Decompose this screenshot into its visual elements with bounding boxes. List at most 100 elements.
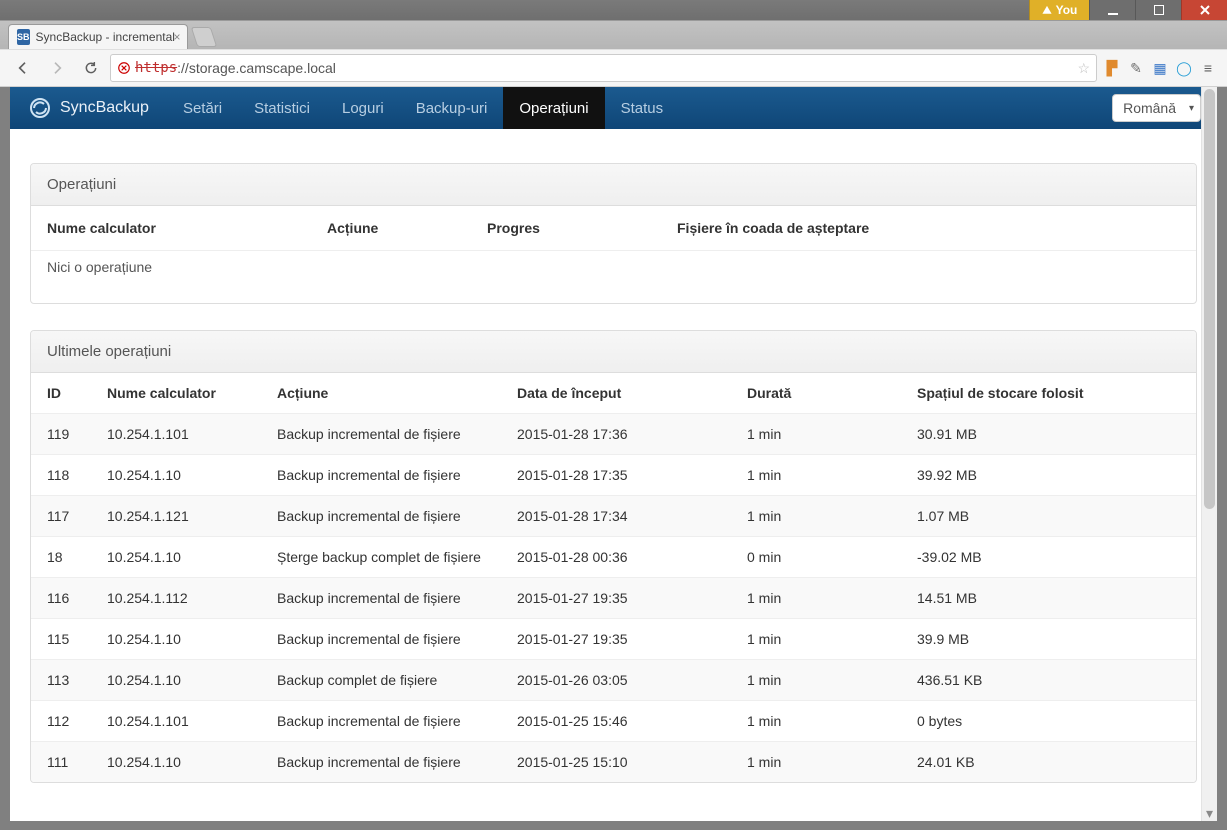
bookmark-star-icon[interactable]: ☆ [1077,60,1090,77]
cell-storage: 14.51 MB [917,590,1180,606]
window-close-button[interactable] [1181,0,1227,20]
browser-tab-strip: SB SyncBackup - incremental × [0,20,1227,49]
table-row[interactable]: 11810.254.1.10Backup incremental de fiși… [31,454,1196,495]
col-duration: Durată [747,385,917,401]
cell-storage: 39.9 MB [917,631,1180,647]
operations-empty-text: Nici o operațiune [47,259,327,275]
cell-id: 112 [47,713,107,729]
app-nav-items: SetăriStatisticiLoguriBackup-uriOperațiu… [167,87,679,129]
cell-storage: 0 bytes [917,713,1180,729]
col-computer: Nume calculator [47,220,327,236]
cell-start: 2015-01-27 19:35 [517,631,747,647]
cell-id: 113 [47,672,107,688]
extension-icon[interactable]: ◯ [1173,57,1195,79]
close-icon [1200,5,1210,15]
cell-computer: 10.254.1.112 [107,590,277,606]
cell-computer: 10.254.1.10 [107,672,277,688]
table-row[interactable]: 11910.254.1.101Backup incremental de fiș… [31,413,1196,454]
chrome-menu-button[interactable]: ≡ [1197,57,1219,79]
language-select[interactable]: Română [1112,94,1201,122]
cell-computer: 10.254.1.101 [107,426,277,442]
cell-action: Backup incremental de fișiere [277,713,517,729]
cell-duration: 1 min [747,713,917,729]
operations-panel-title: Operațiuni [31,164,1196,206]
language-select-value: Română [1123,100,1176,116]
cell-id: 117 [47,508,107,524]
new-tab-button[interactable] [191,27,217,47]
col-id: ID [47,385,107,401]
cell-computer: 10.254.1.121 [107,508,277,524]
extension-icon[interactable]: ✎ [1125,57,1147,79]
cell-id: 118 [47,467,107,483]
browser-tab-title: SyncBackup - incremental [36,30,175,44]
col-storage: Spațiul de stocare folosit [917,385,1180,401]
forward-button[interactable] [42,54,72,82]
tab-close-button[interactable]: × [171,31,183,43]
vertical-scrollbar[interactable]: ▴ ▾ [1201,87,1217,821]
table-row[interactable]: 11210.254.1.101Backup incremental de fiș… [31,700,1196,741]
cell-duration: 1 min [747,631,917,647]
chrome-user-badge[interactable]: You [1029,0,1089,20]
cell-action: Backup complet de fișiere [277,672,517,688]
nav-item-loguri[interactable]: Loguri [326,87,400,129]
cell-id: 18 [47,549,107,565]
history-panel: Ultimele operațiuni ID Nume calculator A… [30,330,1197,783]
nav-item-statistici[interactable]: Statistici [238,87,326,129]
col-progress: Progres [487,220,677,236]
cell-computer: 10.254.1.10 [107,754,277,770]
cell-storage: 30.91 MB [917,426,1180,442]
cell-start: 2015-01-27 19:35 [517,590,747,606]
nav-item-setări[interactable]: Setări [167,87,238,129]
app-brand-text: SyncBackup [60,99,149,117]
cell-storage: 24.01 KB [917,754,1180,770]
window-maximize-button[interactable] [1135,0,1181,20]
address-text: ://storage.camscape.local [177,60,336,76]
window-titlebar: You [0,0,1227,20]
extensions-area: ▛ ✎ ▦ ◯ ≡ [1101,57,1219,79]
table-row[interactable]: 11510.254.1.10Backup incremental de fiși… [31,618,1196,659]
table-row[interactable]: 11710.254.1.121Backup incremental de fiș… [31,495,1196,536]
favicon-icon: SB [17,29,30,45]
cell-action: Backup incremental de fișiere [277,426,517,442]
browser-tab[interactable]: SB SyncBackup - incremental × [8,24,188,49]
cell-start: 2015-01-25 15:46 [517,713,747,729]
address-bar[interactable]: https ://storage.camscape.local ☆ [110,54,1097,82]
cell-action: Backup incremental de fișiere [277,508,517,524]
operations-empty-row: Nici o operațiune [31,251,1196,303]
extension-icon[interactable]: ▛ [1101,57,1123,79]
cell-computer: 10.254.1.101 [107,713,277,729]
cell-computer: 10.254.1.10 [107,467,277,483]
cell-computer: 10.254.1.10 [107,631,277,647]
table-row[interactable]: 1810.254.1.10Șterge backup complet de fi… [31,536,1196,577]
app-brand[interactable]: SyncBackup [10,87,167,129]
col-start: Data de început [517,385,747,401]
app-navbar: SyncBackup SetăriStatisticiLoguriBackup-… [10,87,1217,129]
col-queue: Fișiere în coada de așteptare [677,220,1180,236]
cell-duration: 1 min [747,467,917,483]
table-row[interactable]: 11310.254.1.10Backup complet de fișiere2… [31,659,1196,700]
nav-item-status[interactable]: Status [605,87,680,129]
os-window: You SB SyncBackup - incremental × [0,0,1227,830]
back-button[interactable] [8,54,38,82]
cell-start: 2015-01-28 17:34 [517,508,747,524]
cell-duration: 1 min [747,754,917,770]
window-minimize-button[interactable] [1089,0,1135,20]
table-row[interactable]: 11110.254.1.10Backup incremental de fiși… [31,741,1196,782]
cell-id: 116 [47,590,107,606]
reload-button[interactable] [76,54,106,82]
cell-duration: 1 min [747,426,917,442]
cell-storage: 1.07 MB [917,508,1180,524]
scroll-down-icon[interactable]: ▾ [1202,805,1217,821]
nav-item-backup-uri[interactable]: Backup-uri [400,87,504,129]
maximize-icon [1154,5,1164,15]
extension-icon[interactable]: ▦ [1149,57,1171,79]
cell-storage: 436.51 KB [917,672,1180,688]
scrollbar-thumb[interactable] [1204,89,1215,509]
nav-item-operațiuni[interactable]: Operațiuni [503,87,604,129]
table-row[interactable]: 11610.254.1.112Backup incremental de fiș… [31,577,1196,618]
cell-duration: 1 min [747,672,917,688]
cell-id: 111 [47,754,107,770]
browser-toolbar: https ://storage.camscape.local ☆ ▛ ✎ ▦ … [0,49,1227,87]
col-computer: Nume calculator [107,385,277,401]
history-header-row: ID Nume calculator Acțiune Data de încep… [31,373,1196,413]
